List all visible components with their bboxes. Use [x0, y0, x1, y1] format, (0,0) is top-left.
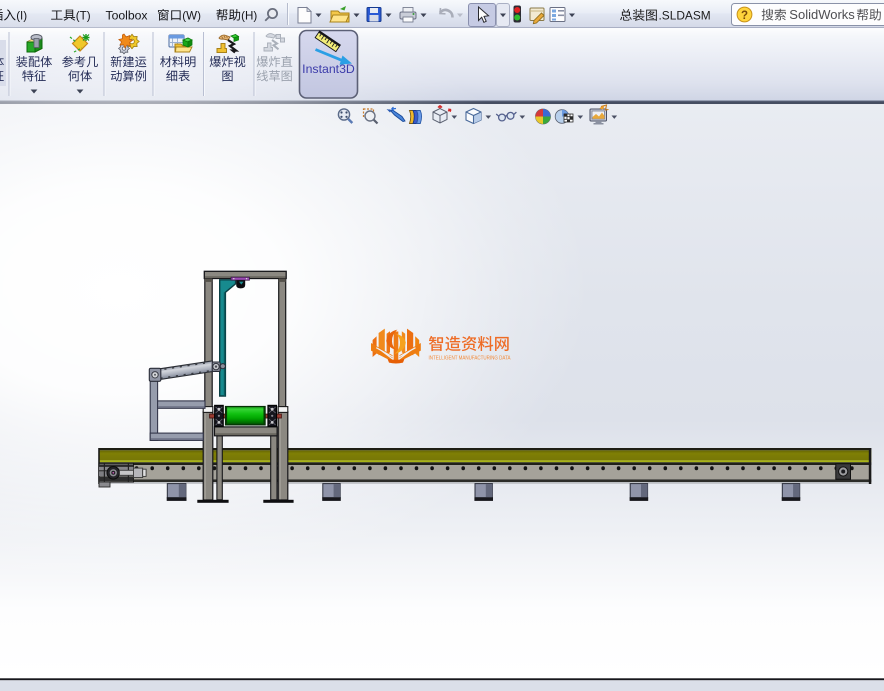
svg-text:(H): (H) — [241, 9, 257, 22]
svg-text:.SLDASM: .SLDASM — [659, 9, 711, 23]
svg-text:(I): (I) — [16, 9, 27, 22]
svg-text:Instant3D: Instant3D — [302, 62, 355, 76]
svg-text:SolidWorks: SolidWorks — [789, 7, 855, 22]
svg-text:?: ? — [741, 10, 748, 22]
svg-text:Toolbox: Toolbox — [106, 8, 148, 22]
svg-text:(W): (W) — [182, 9, 201, 22]
svg-text:INTELLIGENT MANUFACTURING DATA: INTELLIGENT MANUFACTURING DATA — [429, 355, 511, 361]
svg-text:(T): (T) — [76, 9, 91, 22]
